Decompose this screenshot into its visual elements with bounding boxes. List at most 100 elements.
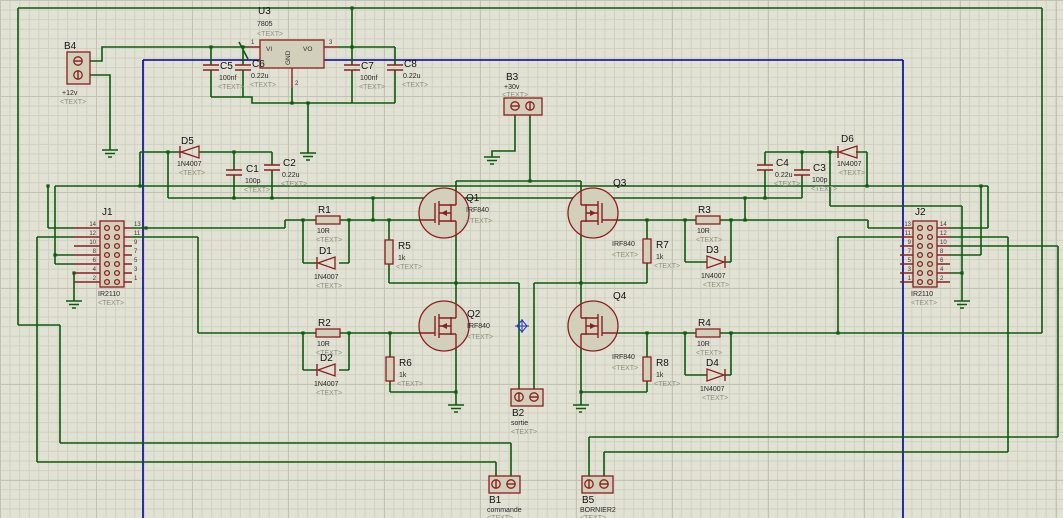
junction-dots <box>46 6 983 394</box>
r7-ref-label: R7 <box>656 240 669 251</box>
component-d6-diode[interactable]: D6 1N4007 <TEXT> <box>836 134 865 177</box>
r2-ref-label: R2 <box>318 318 331 329</box>
d4-value-label: 1N4007 <box>700 386 725 393</box>
component-b1-terminal[interactable]: B1 commande <TEXT> <box>487 475 522 518</box>
c7-ref-label: C7 <box>361 61 374 72</box>
r8-value-label: 1k <box>656 372 664 379</box>
component-d4-diode[interactable]: D4 1N4007 <TEXT> <box>700 358 728 402</box>
j2-ref-label: J2 <box>915 207 926 218</box>
wire-blue-bus[interactable] <box>142 59 904 518</box>
j2-pin-3: 3 <box>908 267 912 273</box>
component-d1-diode[interactable]: D1 1N4007 <TEXT> <box>314 246 342 290</box>
j2-pin-7: 7 <box>908 249 912 255</box>
u3-pin-vi: VI <box>266 46 272 53</box>
component-b5-terminal[interactable]: B5 BORNIER2 <TEXT> <box>580 475 616 518</box>
j2-pin-2: 2 <box>940 276 944 282</box>
d1-value-label: 1N4007 <box>314 274 339 281</box>
c2-text-annotation: <TEXT> <box>281 181 307 188</box>
wire-hbridge-power[interactable] <box>455 115 582 405</box>
wire-long-horizontal-nets[interactable] <box>55 185 988 220</box>
component-b3-terminal[interactable]: B3 +30v <TEXT> <box>502 72 543 116</box>
q3-ref-label: Q3 <box>613 178 627 189</box>
b3-ref-label: B3 <box>506 72 519 83</box>
u3-pin-number-2: 2 <box>295 81 299 87</box>
q2-value-label: IRF840 <box>467 323 490 330</box>
q3-value-label: IRF840 <box>612 241 635 248</box>
j1-pin-8: 8 <box>93 249 97 255</box>
r7-text-annotation: <TEXT> <box>654 263 680 270</box>
component-r4-resistor[interactable]: R4 10R <TEXT> <box>695 318 722 357</box>
d1-text-annotation: <TEXT> <box>316 283 342 290</box>
b1-value-label: commande <box>487 507 522 514</box>
c5-ref-label: C5 <box>220 61 233 72</box>
d5-text-annotation: <TEXT> <box>179 170 205 177</box>
q1-ref-label: Q1 <box>466 193 480 204</box>
r3-value-label: 10R <box>697 228 710 235</box>
b4-text-annotation: <TEXT> <box>60 99 86 106</box>
schematic-canvas[interactable]: VI VO GND 1 3 2 U3 7805 <TEXT> B4 +12v <… <box>0 0 1063 518</box>
component-d2-diode[interactable]: D2 1N4007 <TEXT> <box>314 353 342 397</box>
u3-pin-vo: VO <box>303 46 312 53</box>
c6-value-label: 0.22u <box>251 73 269 80</box>
component-c7-capacitor[interactable]: C7 100nf <TEXT> <box>344 61 385 91</box>
component-c8-capacitor[interactable]: C8 0.22u <TEXT> <box>387 59 428 89</box>
wire-j2-pin-nets[interactable] <box>588 186 1059 476</box>
c1-value-label: 100p <box>245 178 261 185</box>
r1-value-label: 10R <box>317 228 330 235</box>
d3-value-label: 1N4007 <box>701 273 726 280</box>
d6-text-annotation: <TEXT> <box>839 170 865 177</box>
r3-ref-label: R3 <box>698 205 711 216</box>
component-q3-mosfet[interactable]: Q3 IRF840 <TEXT> <box>567 178 638 259</box>
j1-pin-1: 1 <box>134 276 138 282</box>
component-j2-connector[interactable]: 13 11 9 7 5 3 1 14 12 10 8 6 4 2 J2 IR21… <box>900 207 950 307</box>
component-d3-diode[interactable]: D3 1N4007 <TEXT> <box>701 245 729 289</box>
r4-value-label: 10R <box>697 341 710 348</box>
c1-ref-label: C1 <box>246 164 259 175</box>
r7-value-label: 1k <box>656 254 664 261</box>
d3-ref-label: D3 <box>706 245 719 256</box>
component-r1-resistor[interactable]: R1 10R <TEXT> <box>315 205 342 244</box>
r4-text-annotation: <TEXT> <box>696 350 722 357</box>
d6-ref-label: D6 <box>841 134 854 145</box>
c6-text-annotation: <TEXT> <box>250 82 276 89</box>
c4-ref-label: C4 <box>776 158 789 169</box>
r1-ref-label: R1 <box>318 205 331 216</box>
r3-text-annotation: <TEXT> <box>696 237 722 244</box>
component-j1-connector[interactable]: 14 12 10 8 6 4 2 13 11 9 7 5 3 1 J1 IR21… <box>74 207 141 307</box>
component-q4-mosfet[interactable]: Q4 IRF840 <TEXT> <box>567 291 638 372</box>
component-q1-mosfet[interactable]: Q1 IRF840 <TEXT> <box>418 187 492 239</box>
c8-ref-label: C8 <box>404 59 417 70</box>
component-d5-diode[interactable]: D5 1N4007 <TEXT> <box>177 136 205 177</box>
r5-value-label: 1k <box>398 255 406 262</box>
r5-ref-label: R5 <box>398 241 411 252</box>
component-q2-mosfet[interactable]: Q2 IRF840 <TEXT> <box>418 300 493 352</box>
b2-text-annotation: <TEXT> <box>511 429 537 436</box>
q3-text-annotation: <TEXT> <box>612 252 638 259</box>
component-r7-resistor[interactable]: R7 1k <TEXT> <box>642 238 680 270</box>
component-r6-resistor[interactable]: R6 1k <TEXT> <box>385 356 423 388</box>
component-c1-capacitor[interactable]: C1 100p <TEXT> <box>226 164 270 194</box>
c8-text-annotation: <TEXT> <box>402 82 428 89</box>
b1-ref-label: B1 <box>489 495 502 506</box>
c7-text-annotation: <TEXT> <box>359 84 385 91</box>
component-r2-resistor[interactable]: R2 10R <TEXT> <box>315 318 342 357</box>
component-b4-terminal[interactable]: B4 +12v <TEXT> <box>60 41 91 106</box>
j2-pin-13: 13 <box>904 222 911 228</box>
c3-value-label: 100p <box>812 177 828 184</box>
c2-value-label: 0.22u <box>282 172 300 179</box>
b5-ref-label: B5 <box>582 495 595 506</box>
j2-pin-6: 6 <box>940 258 944 264</box>
wire-regulator-section[interactable] <box>90 41 396 153</box>
j1-pin-7: 7 <box>134 249 138 255</box>
component-b2-terminal[interactable]: B2 sortie <TEXT> <box>510 388 544 436</box>
component-r5-resistor[interactable]: R5 1k <TEXT> <box>384 239 422 271</box>
j2-pin-4: 4 <box>940 267 944 273</box>
b2-value-label: sortie <box>511 420 528 427</box>
component-r8-resistor[interactable]: R8 1k <TEXT> <box>642 356 680 388</box>
component-c4-capacitor[interactable]: C4 0.22u <TEXT> <box>757 158 800 188</box>
j1-pin-6: 6 <box>93 258 97 264</box>
d6-value-label: 1N4007 <box>837 161 862 168</box>
c3-ref-label: C3 <box>813 163 826 174</box>
component-r3-resistor[interactable]: R3 10R <TEXT> <box>695 205 722 244</box>
component-c2-capacitor[interactable]: C2 0.22u <TEXT> <box>264 158 307 188</box>
